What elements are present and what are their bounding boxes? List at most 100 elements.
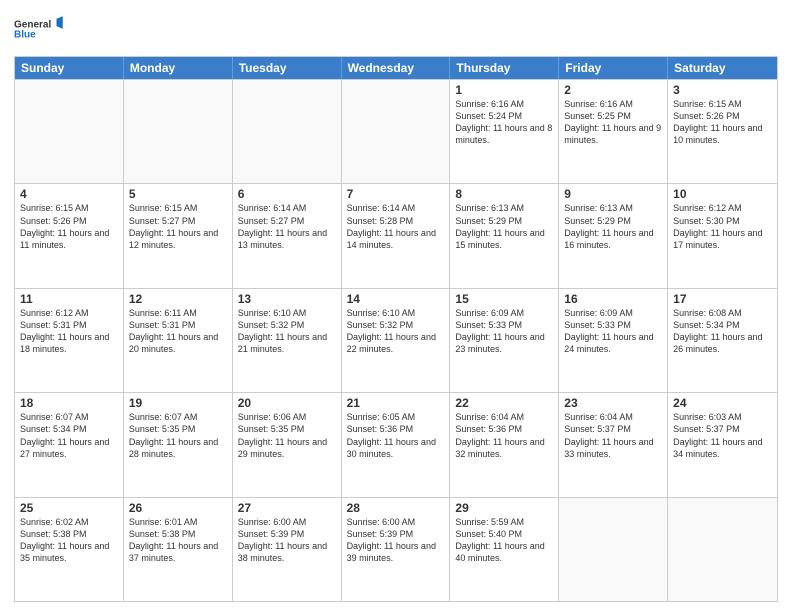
day-16: 16Sunrise: 6:09 AM Sunset: 5:33 PM Dayli… [559,289,668,392]
day-info: Sunrise: 5:59 AM Sunset: 5:40 PM Dayligh… [455,516,553,565]
day-info: Sunrise: 6:16 AM Sunset: 5:25 PM Dayligh… [564,98,662,147]
day-number: 14 [347,292,445,306]
day-7: 7Sunrise: 6:14 AM Sunset: 5:28 PM Daylig… [342,184,451,287]
day-info: Sunrise: 6:07 AM Sunset: 5:35 PM Dayligh… [129,411,227,460]
empty-cell [124,80,233,183]
day-number: 28 [347,501,445,515]
day-number: 6 [238,187,336,201]
day-info: Sunrise: 6:03 AM Sunset: 5:37 PM Dayligh… [673,411,772,460]
day-number: 21 [347,396,445,410]
day-info: Sunrise: 6:12 AM Sunset: 5:30 PM Dayligh… [673,202,772,251]
day-number: 15 [455,292,553,306]
day-info: Sunrise: 6:15 AM Sunset: 5:26 PM Dayligh… [20,202,118,251]
day-info: Sunrise: 6:04 AM Sunset: 5:37 PM Dayligh… [564,411,662,460]
day-number: 27 [238,501,336,515]
day-number: 13 [238,292,336,306]
header-day-sunday: Sunday [15,57,124,79]
header: General Blue [14,10,778,50]
header-day-tuesday: Tuesday [233,57,342,79]
day-number: 2 [564,83,662,97]
page: General Blue SundayMondayTuesdayWednesda… [0,0,792,612]
day-number: 8 [455,187,553,201]
day-29: 29Sunrise: 5:59 AM Sunset: 5:40 PM Dayli… [450,498,559,601]
day-6: 6Sunrise: 6:14 AM Sunset: 5:27 PM Daylig… [233,184,342,287]
header-day-thursday: Thursday [450,57,559,79]
header-day-friday: Friday [559,57,668,79]
day-9: 9Sunrise: 6:13 AM Sunset: 5:29 PM Daylig… [559,184,668,287]
day-number: 1 [455,83,553,97]
week-5: 25Sunrise: 6:02 AM Sunset: 5:38 PM Dayli… [15,497,777,601]
day-info: Sunrise: 6:16 AM Sunset: 5:24 PM Dayligh… [455,98,553,147]
day-21: 21Sunrise: 6:05 AM Sunset: 5:36 PM Dayli… [342,393,451,496]
day-number: 22 [455,396,553,410]
day-info: Sunrise: 6:10 AM Sunset: 5:32 PM Dayligh… [238,307,336,356]
day-26: 26Sunrise: 6:01 AM Sunset: 5:38 PM Dayli… [124,498,233,601]
day-info: Sunrise: 6:02 AM Sunset: 5:38 PM Dayligh… [20,516,118,565]
day-info: Sunrise: 6:13 AM Sunset: 5:29 PM Dayligh… [564,202,662,251]
day-19: 19Sunrise: 6:07 AM Sunset: 5:35 PM Dayli… [124,393,233,496]
day-info: Sunrise: 6:04 AM Sunset: 5:36 PM Dayligh… [455,411,553,460]
day-17: 17Sunrise: 6:08 AM Sunset: 5:34 PM Dayli… [668,289,777,392]
calendar-body: 1Sunrise: 6:16 AM Sunset: 5:24 PM Daylig… [15,79,777,601]
day-4: 4Sunrise: 6:15 AM Sunset: 5:26 PM Daylig… [15,184,124,287]
day-11: 11Sunrise: 6:12 AM Sunset: 5:31 PM Dayli… [15,289,124,392]
day-number: 19 [129,396,227,410]
day-info: Sunrise: 6:11 AM Sunset: 5:31 PM Dayligh… [129,307,227,356]
header-day-wednesday: Wednesday [342,57,451,79]
day-5: 5Sunrise: 6:15 AM Sunset: 5:27 PM Daylig… [124,184,233,287]
day-info: Sunrise: 6:09 AM Sunset: 5:33 PM Dayligh… [564,307,662,356]
day-24: 24Sunrise: 6:03 AM Sunset: 5:37 PM Dayli… [668,393,777,496]
day-13: 13Sunrise: 6:10 AM Sunset: 5:32 PM Dayli… [233,289,342,392]
day-14: 14Sunrise: 6:10 AM Sunset: 5:32 PM Dayli… [342,289,451,392]
day-3: 3Sunrise: 6:15 AM Sunset: 5:26 PM Daylig… [668,80,777,183]
day-25: 25Sunrise: 6:02 AM Sunset: 5:38 PM Dayli… [15,498,124,601]
day-number: 4 [20,187,118,201]
day-info: Sunrise: 6:14 AM Sunset: 5:27 PM Dayligh… [238,202,336,251]
logo: General Blue [14,10,64,50]
header-day-saturday: Saturday [668,57,777,79]
day-info: Sunrise: 6:15 AM Sunset: 5:26 PM Dayligh… [673,98,772,147]
day-info: Sunrise: 6:07 AM Sunset: 5:34 PM Dayligh… [20,411,118,460]
day-number: 18 [20,396,118,410]
day-info: Sunrise: 6:10 AM Sunset: 5:32 PM Dayligh… [347,307,445,356]
day-info: Sunrise: 6:00 AM Sunset: 5:39 PM Dayligh… [238,516,336,565]
day-15: 15Sunrise: 6:09 AM Sunset: 5:33 PM Dayli… [450,289,559,392]
day-22: 22Sunrise: 6:04 AM Sunset: 5:36 PM Dayli… [450,393,559,496]
day-info: Sunrise: 6:06 AM Sunset: 5:35 PM Dayligh… [238,411,336,460]
week-1: 1Sunrise: 6:16 AM Sunset: 5:24 PM Daylig… [15,79,777,183]
empty-cell [233,80,342,183]
day-info: Sunrise: 6:01 AM Sunset: 5:38 PM Dayligh… [129,516,227,565]
day-18: 18Sunrise: 6:07 AM Sunset: 5:34 PM Dayli… [15,393,124,496]
day-info: Sunrise: 6:08 AM Sunset: 5:34 PM Dayligh… [673,307,772,356]
day-1: 1Sunrise: 6:16 AM Sunset: 5:24 PM Daylig… [450,80,559,183]
day-8: 8Sunrise: 6:13 AM Sunset: 5:29 PM Daylig… [450,184,559,287]
day-number: 7 [347,187,445,201]
calendar-header: SundayMondayTuesdayWednesdayThursdayFrid… [15,57,777,79]
day-2: 2Sunrise: 6:16 AM Sunset: 5:25 PM Daylig… [559,80,668,183]
calendar: SundayMondayTuesdayWednesdayThursdayFrid… [14,56,778,602]
day-28: 28Sunrise: 6:00 AM Sunset: 5:39 PM Dayli… [342,498,451,601]
day-number: 17 [673,292,772,306]
week-2: 4Sunrise: 6:15 AM Sunset: 5:26 PM Daylig… [15,183,777,287]
day-number: 26 [129,501,227,515]
day-number: 10 [673,187,772,201]
day-12: 12Sunrise: 6:11 AM Sunset: 5:31 PM Dayli… [124,289,233,392]
day-number: 11 [20,292,118,306]
day-info: Sunrise: 6:14 AM Sunset: 5:28 PM Dayligh… [347,202,445,251]
header-day-monday: Monday [124,57,233,79]
empty-cell [559,498,668,601]
empty-cell [342,80,451,183]
day-23: 23Sunrise: 6:04 AM Sunset: 5:37 PM Dayli… [559,393,668,496]
day-27: 27Sunrise: 6:00 AM Sunset: 5:39 PM Dayli… [233,498,342,601]
day-number: 5 [129,187,227,201]
week-3: 11Sunrise: 6:12 AM Sunset: 5:31 PM Dayli… [15,288,777,392]
day-info: Sunrise: 6:15 AM Sunset: 5:27 PM Dayligh… [129,202,227,251]
day-info: Sunrise: 6:13 AM Sunset: 5:29 PM Dayligh… [455,202,553,251]
day-number: 3 [673,83,772,97]
empty-cell [15,80,124,183]
day-info: Sunrise: 6:12 AM Sunset: 5:31 PM Dayligh… [20,307,118,356]
day-info: Sunrise: 6:00 AM Sunset: 5:39 PM Dayligh… [347,516,445,565]
day-10: 10Sunrise: 6:12 AM Sunset: 5:30 PM Dayli… [668,184,777,287]
week-4: 18Sunrise: 6:07 AM Sunset: 5:34 PM Dayli… [15,392,777,496]
day-info: Sunrise: 6:09 AM Sunset: 5:33 PM Dayligh… [455,307,553,356]
